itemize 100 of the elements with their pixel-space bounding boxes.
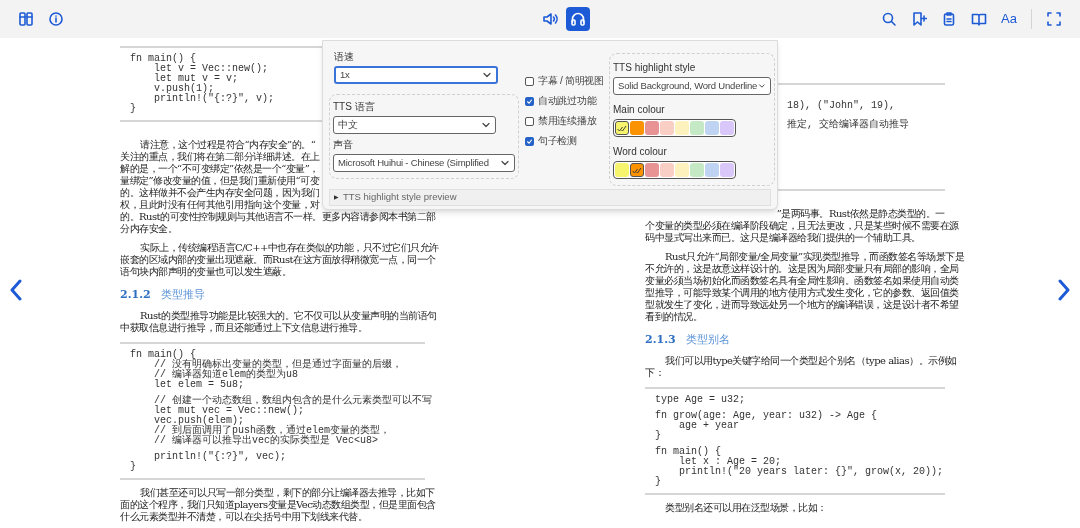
colour-swatch[interactable] <box>645 121 659 135</box>
code-line: let mut v = v; <box>153 74 239 84</box>
section-title: 类型别名 <box>685 331 730 348</box>
colour-swatch[interactable] <box>615 121 629 135</box>
code-line: let mut vec = Vec::new(); <box>153 406 305 416</box>
text-line: 我们可以用type关键字给同一个类型起个别名（type alias）。示例如 <box>665 355 957 367</box>
colour-swatch[interactable] <box>675 121 689 135</box>
text-line: 不允许的，这是故意这样设计的。这是因为局部变量只有局部的影响，全局 <box>645 263 959 275</box>
text-line: Rust只允许“局部变量/全局变量”实现类型推导，而函数签名等场景下是 <box>665 251 965 263</box>
text-line: 语句块内部声明的变量也可以发生遮蔽。 <box>120 266 291 278</box>
section-number: 2.1.3 <box>645 331 676 348</box>
text-line: 类型别名还可以用在泛型场景，比如： <box>665 502 827 514</box>
check-icon <box>617 124 627 132</box>
code-line: } <box>130 104 136 114</box>
field-label: 声音 <box>333 139 354 151</box>
colour-swatch[interactable] <box>705 121 719 135</box>
colour-swatch[interactable] <box>660 121 674 135</box>
colour-swatch[interactable] <box>705 163 719 177</box>
code-line: vec.push(elem); <box>153 416 245 426</box>
checkbox-label[interactable]: 禁用连续播放 <box>538 115 597 127</box>
text-line: ”是两码事。Rust依然是静态类型的。一 <box>776 208 945 220</box>
field-label: 语速 <box>334 51 355 63</box>
text-line: 实际上，传统编程语言C/C++中也存在类似的功能，只不过它们只允许 <box>140 242 439 254</box>
preview-label[interactable]: TTS highlight style preview <box>343 190 457 205</box>
colour-swatch[interactable] <box>720 121 734 135</box>
field-label: Word colour <box>613 146 668 158</box>
text-line: 请注意，这个过程是符合“内存安全”的。“ <box>140 139 316 151</box>
text-line: 分内存安全。 <box>120 223 177 235</box>
colour-swatch[interactable] <box>720 163 734 177</box>
checkbox[interactable] <box>525 76 534 86</box>
code-line: let elem = 5u8; <box>153 380 245 390</box>
code-line: } <box>130 462 136 472</box>
code-line: // 编译器可以推导出vec的实际类型是 Vec<u8> <box>153 436 379 446</box>
check-icon <box>632 166 642 174</box>
section-title: 类型推导 <box>160 286 205 303</box>
code-line: fn main() { <box>655 447 721 457</box>
checkbox[interactable] <box>525 116 534 126</box>
library-books-icon <box>18 10 34 28</box>
colour-swatch[interactable] <box>630 163 644 177</box>
checkbox[interactable] <box>525 96 534 106</box>
text-line: 型就发生了变化，进而导致远处另一个地方的编译错误，这是设计者不希望 <box>645 299 959 311</box>
text-line: 权，且此时没有任何其他引用指向这个变量，对 <box>120 199 320 211</box>
fullscreen-icon <box>1046 10 1062 28</box>
font-settings-button[interactable]: Aa <box>997 7 1021 31</box>
code-line: fn main() { <box>130 54 196 64</box>
info-icon <box>48 10 64 28</box>
colour-swatch[interactable] <box>690 163 704 177</box>
colour-swatch[interactable] <box>675 163 689 177</box>
chevron-down-icon <box>758 81 766 91</box>
code-line: let x : Age = 20; <box>679 457 782 467</box>
search-icon <box>881 10 897 28</box>
text-line: 下： <box>645 367 664 379</box>
code-line: 18), ("John", 19), <box>787 101 896 111</box>
code-line: age + year <box>679 421 739 431</box>
chevron-left-icon <box>10 279 22 301</box>
text-line: 个变量的类型必须在编译阶段确定，且无法更改，只是某些时候不需要在源 <box>645 220 959 232</box>
code-line: // 编译器知道elem的类型为u8 <box>153 370 298 380</box>
chevron-down-icon <box>482 70 492 80</box>
text-line: 什么元素类型并不清楚，可以在尖括号中用下划线来代替。 <box>120 511 367 523</box>
checkbox[interactable] <box>525 136 534 146</box>
text-line: 嵌套的区域内部的变量出现遮蔽。而Rust在这方面放得稍微宽一点，同一个 <box>120 254 436 266</box>
colour-swatch[interactable] <box>630 121 644 135</box>
field-label: TTS highlight style <box>613 62 697 74</box>
code-line: fn main() { <box>130 350 196 360</box>
dropdown[interactable]: Microsoft Huihui - Chinese (Simplified <box>333 154 515 172</box>
code-line: println!("20 years later: {}", grow(x, 20)); <box>678 467 944 477</box>
code-line: // 没有明确标出变量的类型，但是通过字面量的后缀， <box>154 360 402 370</box>
code-line: type Age = u32; <box>655 395 745 405</box>
toolbar-button[interactable] <box>566 7 590 31</box>
checkbox-label[interactable]: 字幕 / 简明视图 <box>538 75 604 87</box>
code-line: v.push(1); <box>153 84 214 94</box>
colour-swatch[interactable] <box>690 121 704 135</box>
code-line: println!("{:?}", vec); <box>153 452 287 462</box>
colour-swatch[interactable] <box>615 163 629 177</box>
dropdown[interactable]: 中文 <box>333 116 496 134</box>
code-line: println!("{:?}", v); <box>153 94 275 104</box>
text-line: 码中显式写出来而已。这只是编译器给我们提供的一个辅助工具。 <box>645 232 921 244</box>
text-line: 量绑定”修改变量的值，但是我们重新使用“可变 <box>120 175 320 187</box>
colour-swatch[interactable] <box>660 163 674 177</box>
checkbox-label[interactable]: 自动跳过功能 <box>538 95 597 107</box>
code-line: // 创建一个动态数组，数组内包含的是什么元素类型可以不写 <box>153 396 432 406</box>
field-label: Main colour <box>613 104 666 116</box>
speaker-icon <box>542 10 558 28</box>
field-label: TTS 语言 <box>333 101 376 113</box>
section-number: 2.1.2 <box>120 286 151 303</box>
checkbox-label[interactable]: 句子检测 <box>538 135 577 147</box>
text-line: 变量必须当场初始化而函数签名具有全局性影响。函数签名如果使用自动类 <box>645 275 959 287</box>
code-line: 推定, 交给编译器自动推导 <box>787 120 909 130</box>
chevron-down-icon <box>481 120 491 130</box>
code-line: } <box>655 431 661 441</box>
text-line: 型推导，可能导致某个调用的地方使用方式发生变化，它的参数、返回值类 <box>645 287 959 299</box>
code-line: fn grow(age: Age, year: u32) -> Age { <box>655 411 878 421</box>
bookmark-plus-icon <box>911 10 927 28</box>
dropdown[interactable]: 1x <box>334 66 498 84</box>
dropdown[interactable]: Solid Background, Word Underline <box>613 77 771 95</box>
text-line: 关注的重点，我们将在第二部分详细讲述。在上 <box>120 151 320 163</box>
text-line: Rust的类型推导功能是比较强大的。它不仅可以从变量声明的当前语句 <box>140 310 437 322</box>
colour-swatch[interactable] <box>645 163 659 177</box>
chevron-down-icon <box>500 158 510 168</box>
clipboard-icon <box>941 10 957 28</box>
